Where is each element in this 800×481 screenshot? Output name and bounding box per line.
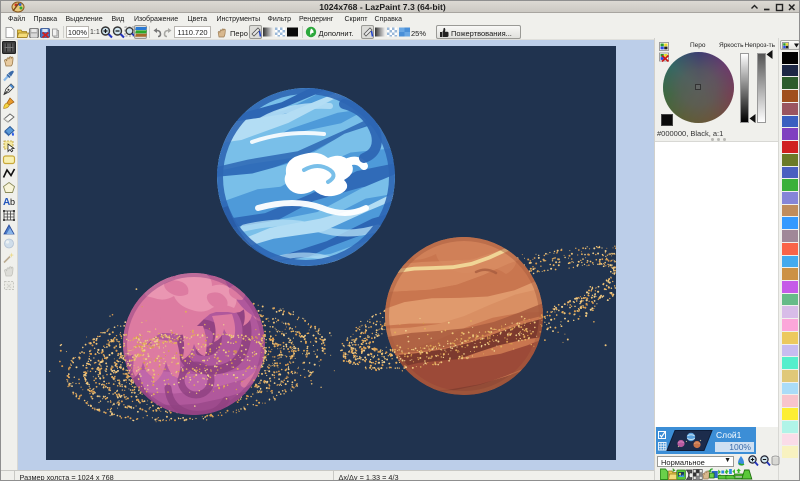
- svg-text:b: b: [10, 197, 15, 207]
